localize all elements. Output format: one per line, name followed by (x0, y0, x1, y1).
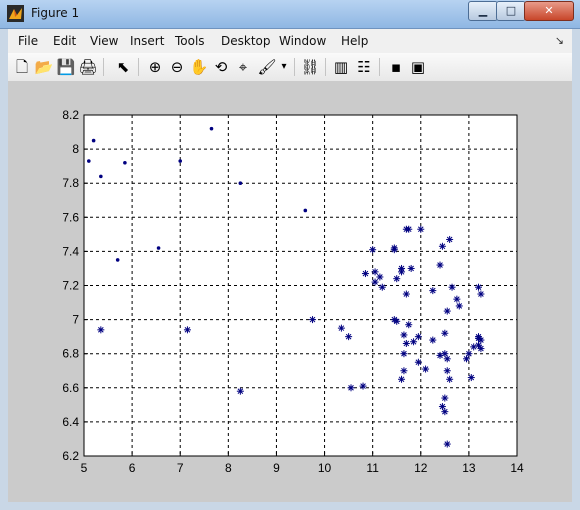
y-tick-label: 6.6 (62, 381, 79, 395)
menu-desktop[interactable]: Desktop (221, 34, 271, 48)
print-icon[interactable]: 🖨 (78, 57, 98, 77)
scatter-plot: 5 6 7 8 9 10 11 12 13 14 6.2 6.4 6.6 6.8 7 7.2 7.4 7.6 7.… (62, 108, 524, 475)
y-tick-label: 7 (72, 313, 79, 327)
y-tick-label: 8 (72, 142, 79, 156)
x-tick-label: 10 (318, 461, 332, 475)
menu-insert[interactable]: Insert (130, 34, 164, 48)
zoom-out-icon[interactable]: ⊖ (167, 57, 187, 77)
dock-arrow-icon[interactable]: ↘ (555, 34, 564, 47)
close-icon: ✕ (544, 4, 554, 17)
data-point-dot (209, 126, 214, 131)
brush-icon[interactable]: 🖌 (257, 57, 277, 77)
toolbar-separator (103, 58, 104, 76)
y-tick-label: 6.8 (62, 347, 79, 361)
title-bar: Figure 1 ▁ □ ✕ (0, 0, 580, 29)
y-tick-label: 7.6 (62, 210, 79, 224)
link-plot-icon[interactable]: ⛓ (300, 57, 320, 77)
figure-toolbar: 🗋 📂 💾 🖨 ⬉ ⊕ ⊖ ✋ ⟲ ⌖ 🖌 ▾ ⛓ ▥ ☷ ▪ ▣ (8, 53, 572, 82)
data-point-dot (303, 208, 308, 213)
data-cursor-icon[interactable]: ⌖ (233, 57, 253, 77)
zoom-in-icon[interactable]: ⊕ (145, 57, 165, 77)
y-tick-label: 8.2 (62, 108, 79, 122)
rotate-3d-icon[interactable]: ⟲ (211, 57, 231, 77)
data-point-dot (123, 160, 127, 165)
hide-plot-tools-icon[interactable]: ▪ (386, 57, 406, 77)
toolbar-separator (325, 58, 326, 76)
menu-window[interactable]: Window (279, 34, 326, 48)
y-tick-label: 6.4 (62, 415, 79, 429)
x-tick-label: 14 (510, 461, 524, 475)
data-point-dot (99, 174, 103, 179)
toolbar-separator (138, 58, 139, 76)
menu-file[interactable]: File (18, 34, 38, 48)
legend-icon[interactable]: ☷ (354, 57, 374, 77)
y-tick-label: 7.8 (62, 176, 79, 190)
matlab-logo-icon (7, 5, 24, 22)
data-point-star (443, 440, 451, 448)
x-tick-label: 11 (366, 461, 379, 475)
maximize-icon: □ (505, 4, 517, 17)
x-tick-label: 12 (414, 461, 428, 475)
window-title: Figure 1 (31, 6, 80, 20)
close-button[interactable]: ✕ (524, 1, 574, 21)
x-tick-label: 8 (225, 461, 232, 475)
data-point-dot (156, 246, 161, 250)
minimize-button[interactable]: ▁ (468, 1, 498, 21)
x-tick-label: 7 (177, 461, 184, 475)
data-point-dot (115, 258, 120, 262)
data-point-star (443, 367, 451, 375)
y-tick-label: 6.2 (62, 449, 79, 463)
menu-edit[interactable]: Edit (53, 34, 76, 48)
x-tick-label: 6 (129, 461, 136, 475)
y-tick-label: 7.2 (62, 279, 79, 293)
data-point-star (405, 225, 413, 233)
toolbar-separator (294, 58, 295, 76)
show-plot-tools-icon[interactable]: ▣ (408, 57, 428, 77)
data-point-star (443, 355, 451, 363)
save-icon[interactable]: 💾 (56, 57, 76, 77)
colorbar-icon[interactable]: ▥ (331, 57, 351, 77)
maximize-button[interactable]: □ (496, 1, 526, 21)
open-file-icon[interactable]: 📂 (34, 57, 54, 77)
data-point-dot (238, 181, 243, 185)
data-point-dot (87, 159, 91, 163)
minimize-icon: ▁ (478, 4, 488, 17)
menu-bar: File Edit View Insert Tools Desktop Wind… (8, 29, 572, 54)
menu-tools[interactable]: Tools (175, 34, 205, 48)
x-tick-label: 9 (273, 461, 280, 475)
x-tick-label: 13 (462, 461, 476, 475)
new-figure-icon[interactable]: 🗋 (12, 57, 32, 77)
data-point-dot (178, 159, 183, 163)
data-point-dot (91, 138, 96, 143)
figure-window: Figure 1 ▁ □ ✕ File Edit View Insert Too… (0, 0, 580, 510)
x-tick-label: 5 (81, 461, 88, 475)
select-arrow-icon[interactable]: ⬉ (113, 57, 133, 77)
pan-hand-icon[interactable]: ✋ (189, 57, 209, 77)
brush-dropdown-icon[interactable]: ▾ (278, 57, 290, 77)
menu-view[interactable]: View (90, 34, 118, 48)
y-tick-label: 7.4 (62, 244, 79, 258)
toolbar-separator (379, 58, 380, 76)
menu-help[interactable]: Help (341, 34, 368, 48)
